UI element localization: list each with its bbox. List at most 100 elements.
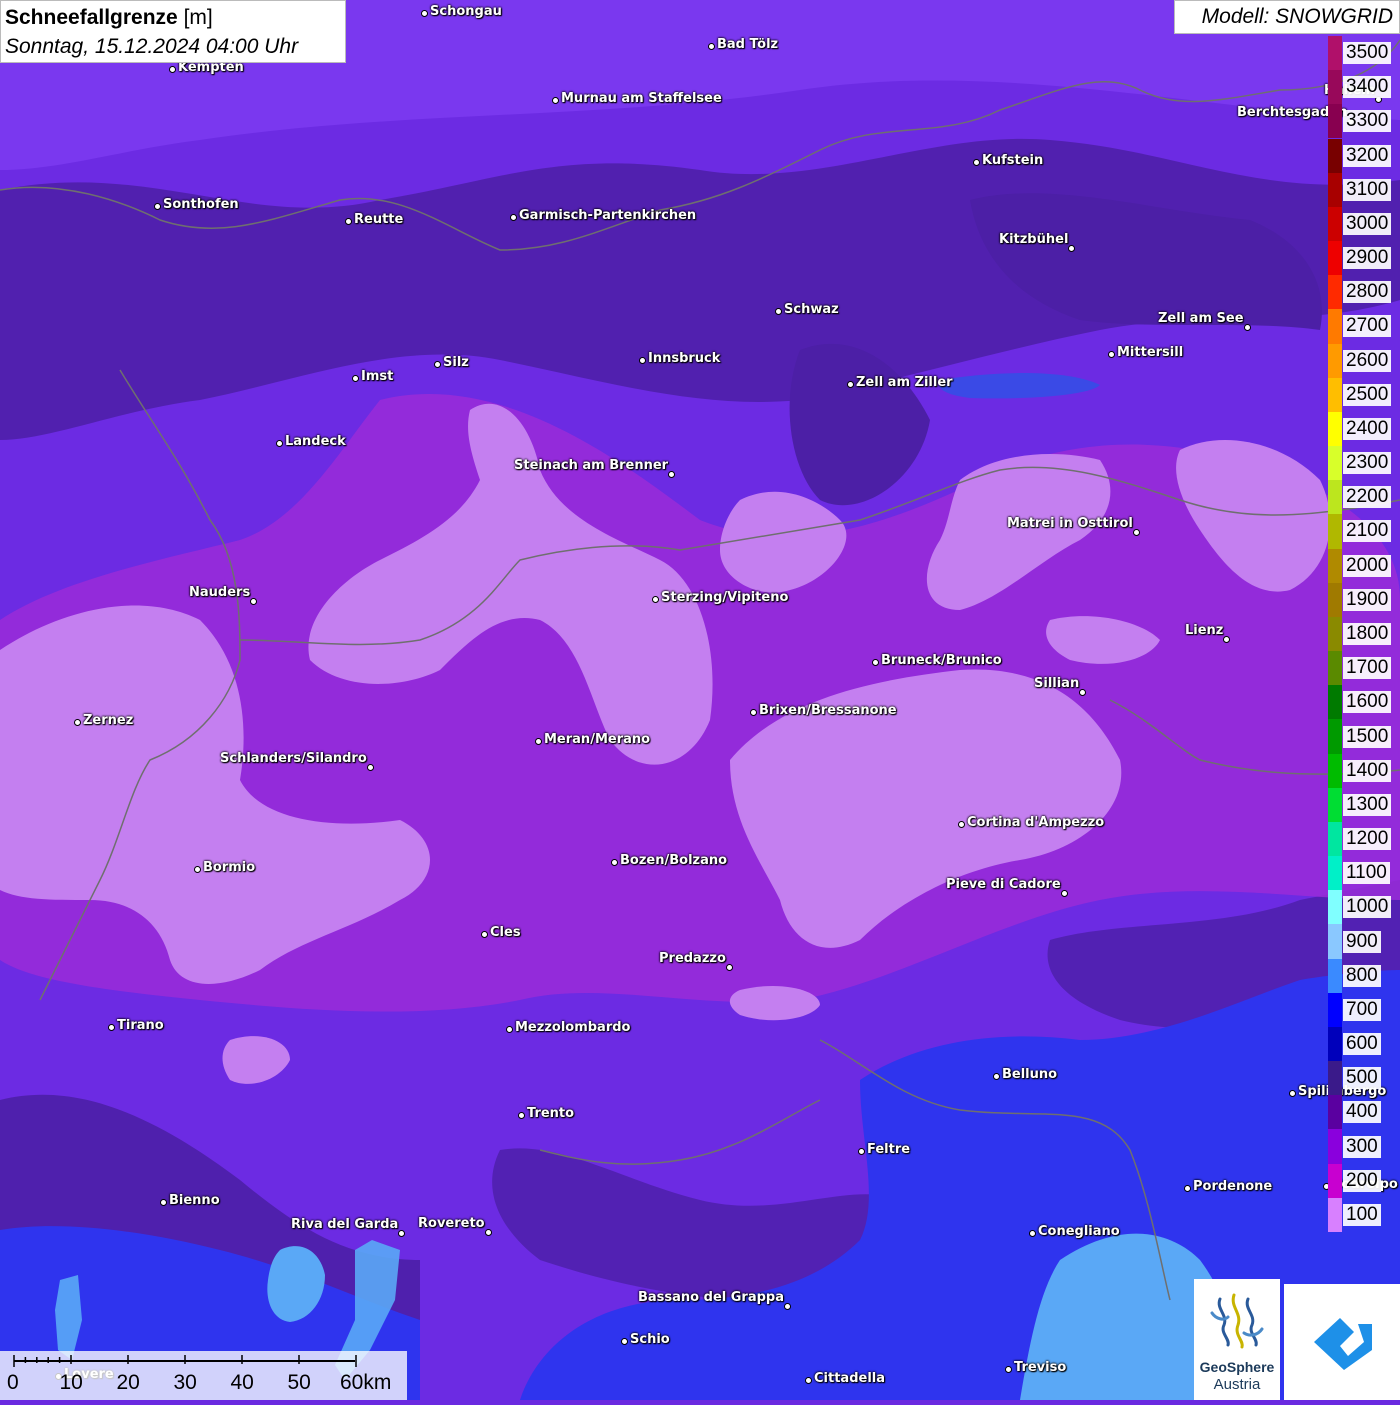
legend-swatch bbox=[1328, 206, 1342, 241]
city-label[interactable]: Murnau am Staffelsee bbox=[561, 91, 722, 106]
legend-label: 2000 bbox=[1343, 554, 1392, 577]
city-label[interactable]: Sonthofen bbox=[163, 197, 239, 212]
legend-label: 2900 bbox=[1343, 247, 1392, 270]
city-marker bbox=[509, 213, 517, 221]
city-label[interactable]: Tirano bbox=[117, 1018, 164, 1033]
city-label[interactable]: Bormio bbox=[203, 860, 255, 875]
scale-tick-label: 60km bbox=[340, 1371, 392, 1394]
city-label[interactable]: Cles bbox=[490, 925, 521, 940]
city-marker bbox=[193, 865, 201, 873]
city-marker bbox=[749, 708, 757, 716]
city-label[interactable]: Bozen/Bolzano bbox=[620, 853, 727, 868]
city-label[interactable]: Cortina d'Ampezzo bbox=[967, 815, 1104, 830]
city-label[interactable]: Schlanders/Silandro bbox=[220, 751, 367, 766]
city-marker bbox=[1107, 350, 1115, 358]
city-label[interactable]: Schwaz bbox=[784, 302, 839, 317]
city-marker bbox=[505, 1025, 513, 1033]
city-label[interactable]: Pieve di Cadore bbox=[946, 877, 1061, 892]
city-label[interactable]: Meran/Merano bbox=[544, 732, 650, 747]
city-label[interactable]: Landeck bbox=[285, 434, 346, 449]
city-label[interactable]: Trento bbox=[527, 1106, 574, 1121]
legend-swatch bbox=[1328, 275, 1342, 310]
legend-swatch bbox=[1328, 890, 1342, 925]
legend-swatch bbox=[1328, 514, 1342, 549]
legend-row: 1000 bbox=[1328, 890, 1400, 925]
city-label[interactable]: Bienno bbox=[169, 1193, 220, 1208]
city-label[interactable]: Schongau bbox=[430, 4, 502, 19]
city-label[interactable]: Silz bbox=[443, 355, 469, 370]
city-label[interactable]: Feltre bbox=[867, 1142, 910, 1157]
city-label[interactable]: Sterzing/Vipiteno bbox=[661, 590, 788, 605]
city-label[interactable]: Rovereto bbox=[418, 1216, 485, 1231]
legend-label: 100 bbox=[1343, 1203, 1381, 1226]
legend-label: 3500 bbox=[1343, 42, 1392, 65]
legend-swatch bbox=[1328, 241, 1342, 276]
city-label[interactable]: Innsbruck bbox=[648, 351, 720, 366]
city-label[interactable]: Brixen/Bressanone bbox=[759, 703, 897, 718]
legend-row: 700 bbox=[1328, 992, 1400, 1027]
legend-swatch bbox=[1328, 172, 1342, 207]
city-marker bbox=[1028, 1229, 1036, 1237]
parameter-unit: [m] bbox=[183, 6, 213, 29]
legend-swatch bbox=[1328, 1095, 1342, 1130]
city-label[interactable]: Matrei in Osttirol bbox=[1007, 516, 1133, 531]
city-marker bbox=[551, 96, 559, 104]
city-label[interactable]: Schio bbox=[630, 1332, 670, 1347]
city-label[interactable]: Pordenone bbox=[1193, 1179, 1272, 1194]
city-label[interactable]: Bad Tölz bbox=[717, 37, 778, 52]
legend-row: 1500 bbox=[1328, 719, 1400, 754]
legend-swatch bbox=[1328, 856, 1342, 891]
city-label[interactable]: Zell am See bbox=[1158, 311, 1244, 326]
legend-label: 1600 bbox=[1343, 691, 1392, 714]
city-label[interactable]: Bruneck/Brunico bbox=[881, 653, 1002, 668]
legend-label: 800 bbox=[1343, 964, 1381, 987]
city-label[interactable]: Sillian bbox=[1034, 676, 1079, 691]
city-label[interactable]: Cittadella bbox=[814, 1371, 885, 1386]
city-marker bbox=[107, 1023, 115, 1031]
city-marker bbox=[517, 1111, 525, 1119]
legend-swatch bbox=[1328, 548, 1342, 583]
legend-label: 1200 bbox=[1343, 828, 1392, 851]
city-marker bbox=[1243, 323, 1251, 331]
legend-row: 1200 bbox=[1328, 821, 1400, 857]
city-label[interactable]: Steinach am Brenner bbox=[514, 458, 668, 473]
city-label[interactable]: Kitzbühel bbox=[999, 232, 1068, 247]
city-label[interactable]: Bassano del Grappa bbox=[638, 1290, 784, 1305]
city-marker bbox=[1078, 688, 1086, 696]
legend-label: 600 bbox=[1343, 1033, 1381, 1056]
city-marker bbox=[159, 1198, 167, 1206]
legend-swatch bbox=[1328, 582, 1342, 617]
city-marker bbox=[610, 858, 618, 866]
city-label[interactable]: Belluno bbox=[1002, 1067, 1057, 1082]
city-label[interactable]: Zell am Ziller bbox=[856, 375, 953, 390]
city-label[interactable]: Garmisch-Partenkirchen bbox=[519, 208, 696, 223]
city-marker bbox=[707, 42, 715, 50]
city-marker bbox=[153, 202, 161, 210]
legend-swatch bbox=[1328, 104, 1342, 139]
city-marker bbox=[638, 356, 646, 364]
city-label[interactable]: Kufstein bbox=[982, 153, 1043, 168]
app-logo[interactable] bbox=[1284, 1284, 1400, 1400]
city-label[interactable]: Mezzolombardo bbox=[515, 1020, 630, 1035]
legend-row: 3200 bbox=[1328, 138, 1400, 173]
legend-row: 1800 bbox=[1328, 616, 1400, 652]
city-label[interactable]: Treviso bbox=[1014, 1360, 1066, 1375]
city-label[interactable]: Predazzo bbox=[659, 951, 726, 966]
city-marker bbox=[1004, 1365, 1012, 1373]
city-label[interactable]: Riva del Garda bbox=[291, 1217, 398, 1232]
color-legend: 3500 3400 3300 3200 3100 3000 2900 2800 2700 2600… bbox=[1328, 36, 1400, 1232]
scale-tick-label: 20 bbox=[116, 1371, 140, 1394]
city-label[interactable]: Mittersill bbox=[1117, 345, 1183, 360]
city-label[interactable]: Conegliano bbox=[1038, 1224, 1120, 1239]
city-label[interactable]: Zernez bbox=[83, 713, 133, 728]
legend-row: 3500 bbox=[1328, 36, 1400, 71]
app-logo-icon bbox=[1314, 1318, 1372, 1370]
legend-label: 1100 bbox=[1343, 862, 1390, 885]
legend-row: 3400 bbox=[1328, 70, 1400, 105]
city-label[interactable]: Imst bbox=[361, 369, 393, 384]
city-label[interactable]: Reutte bbox=[354, 212, 403, 227]
city-marker bbox=[249, 597, 257, 605]
legend-row: 800 bbox=[1328, 958, 1400, 993]
city-label[interactable]: Lienz bbox=[1185, 623, 1223, 638]
city-label[interactable]: Nauders bbox=[189, 585, 250, 600]
